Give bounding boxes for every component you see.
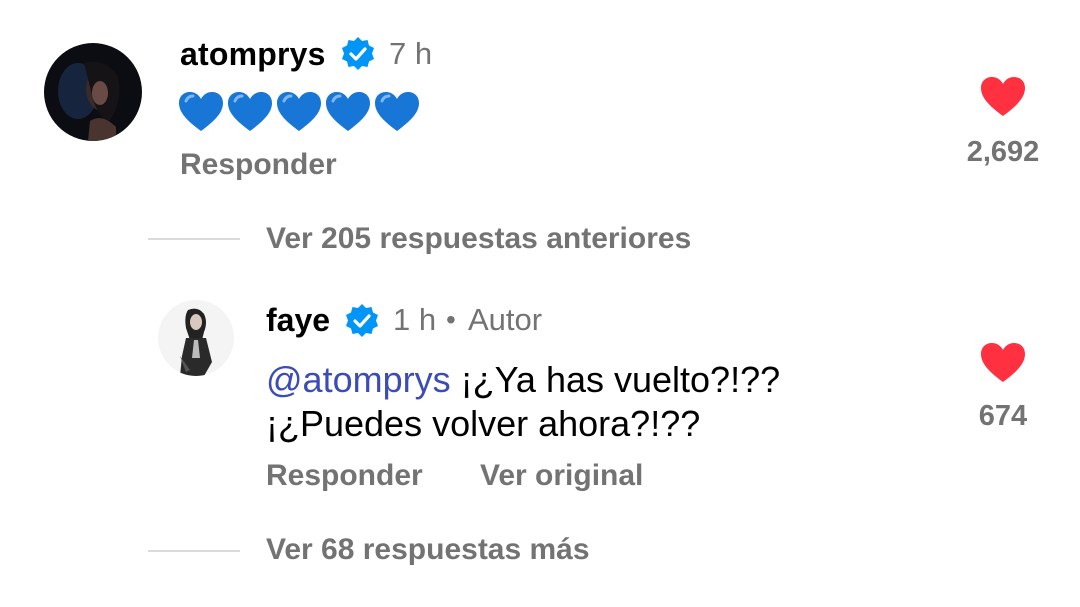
reply-button[interactable]: Responder <box>180 146 337 184</box>
blue-heart-icon <box>228 92 272 131</box>
blue-heart-icon <box>277 92 321 131</box>
view-previous-replies-button[interactable]: Ver 205 respuestas anteriores <box>266 220 691 258</box>
separator-dot: • <box>446 304 456 335</box>
author-label: Autor <box>468 302 543 337</box>
comment-timestamp: 1 h <box>393 302 437 337</box>
like-count[interactable]: 2,692 <box>930 134 1076 170</box>
mention-link[interactable]: @atomprys <box>266 359 451 400</box>
heart-filled-icon[interactable] <box>980 342 1026 384</box>
blue-heart-icon <box>179 92 223 131</box>
comment-username[interactable]: atomprys <box>180 34 326 74</box>
see-original-button[interactable]: Ver original <box>480 457 643 495</box>
verified-badge-icon <box>340 36 376 72</box>
like-count[interactable]: 674 <box>930 398 1076 434</box>
blue-heart-icon <box>326 92 370 131</box>
thread-divider <box>148 550 240 552</box>
heart-filled-icon[interactable] <box>980 76 1026 118</box>
comment-username[interactable]: faye <box>266 300 330 340</box>
comment-timestamp: 7 h <box>389 36 433 71</box>
reply-button[interactable]: Responder <box>266 457 423 495</box>
blue-heart-emojis <box>178 87 423 133</box>
view-more-replies-button[interactable]: Ver 68 respuestas más <box>266 531 590 569</box>
avatar-faye[interactable] <box>158 300 234 376</box>
verified-badge-icon <box>344 303 380 339</box>
thread-divider <box>148 238 240 240</box>
comment-text: 💙💙💙💙💙 <box>178 86 423 134</box>
comment-text: @atomprys ¡¿Ya has vuelto?!?? ¡¿Puedes v… <box>266 358 886 446</box>
avatar-atomprys[interactable] <box>44 43 142 141</box>
blue-heart-icon <box>375 92 419 131</box>
